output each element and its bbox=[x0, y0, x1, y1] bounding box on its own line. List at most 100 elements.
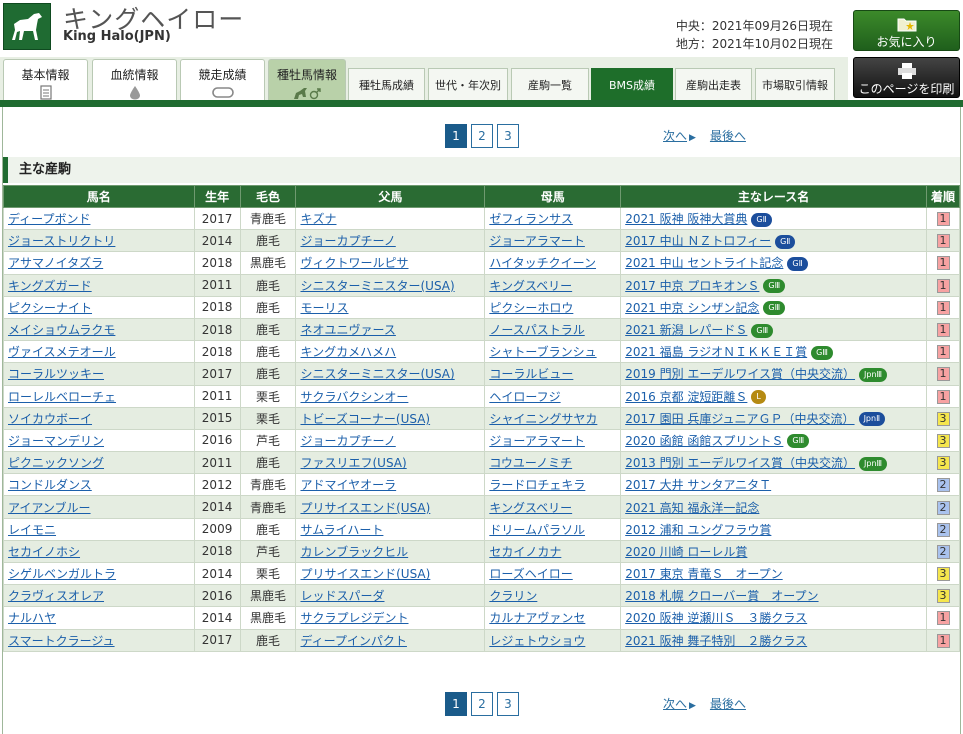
dam-link[interactable]: キングスベリー bbox=[484, 495, 622, 519]
page-3-button[interactable]: 3 bbox=[497, 692, 519, 716]
horse-name-link[interactable]: ローレルベローチェ bbox=[3, 384, 195, 408]
horse-name-link[interactable]: セカイノホシ bbox=[3, 539, 195, 564]
race-link[interactable]: 2019 門別 エーデルワイス賞（中央交流） JpnⅢ bbox=[620, 362, 928, 386]
dam-link[interactable]: ハイタッチクイーン bbox=[484, 251, 622, 275]
sire-link[interactable]: プリサイスエンド(USA) bbox=[295, 495, 486, 519]
race-name[interactable]: 2013 門別 エーデルワイス賞（中央交流） bbox=[625, 456, 855, 470]
race-name[interactable]: 2017 中山 ＮＺトロフィー bbox=[625, 234, 771, 248]
race-link[interactable]: 2013 門別 エーデルワイス賞（中央交流） JpnⅢ bbox=[620, 451, 928, 475]
race-name[interactable]: 2021 中山 セントライト記念 bbox=[625, 256, 783, 270]
race-name[interactable]: 2020 川崎 ローレル賞 bbox=[625, 545, 747, 559]
race-name[interactable]: 2021 高知 福永洋一記念 bbox=[625, 501, 759, 515]
horse-name-link[interactable]: アイアンブルー bbox=[3, 495, 195, 519]
dam-link[interactable]: ピクシーホロウ bbox=[484, 295, 622, 319]
header-rank[interactable]: 着順 bbox=[926, 185, 960, 208]
race-link[interactable]: 2012 浦和 ユングフラウ賞 bbox=[620, 517, 928, 541]
race-link[interactable]: 2021 福島 ラジオＮＩＫＫＥＩ賞 GⅢ bbox=[620, 340, 928, 364]
race-link[interactable]: 2020 川崎 ローレル賞 bbox=[620, 539, 928, 564]
sire-link[interactable]: サクラバクシンオー bbox=[295, 384, 486, 408]
subtab-market-trading[interactable]: 市場取引情報 bbox=[755, 68, 835, 100]
race-name[interactable]: 2017 園田 兵庫ジュニアＧＰ（中央交流） bbox=[625, 412, 854, 426]
page-3-button[interactable]: 3 bbox=[497, 124, 519, 148]
dam-link[interactable]: ゼフィランサス bbox=[484, 206, 622, 231]
race-link[interactable]: 2016 京都 淀短距離Ｓ L bbox=[620, 384, 928, 408]
sire-link[interactable]: ヴィクトワールピサ bbox=[295, 251, 486, 275]
dam-link[interactable]: ジョーアラマート bbox=[484, 428, 622, 453]
horse-name-link[interactable]: アサマノイタズラ bbox=[3, 251, 195, 275]
sire-link[interactable]: サムライハート bbox=[295, 517, 486, 541]
sire-link[interactable]: ネオユニヴァース bbox=[295, 317, 486, 342]
header-name[interactable]: 馬名 bbox=[3, 185, 195, 208]
dam-link[interactable]: キングスベリー bbox=[484, 273, 622, 297]
sire-link[interactable]: トビーズコーナー(USA) bbox=[295, 406, 486, 430]
header-sire[interactable]: 父馬 bbox=[295, 185, 486, 208]
race-link[interactable]: 2021 高知 福永洋一記念 bbox=[620, 495, 928, 519]
race-name[interactable]: 2017 東京 青竜Ｓ オープン bbox=[625, 567, 782, 581]
horse-name-link[interactable]: シゲルベンガルトラ bbox=[3, 561, 195, 586]
sire-link[interactable]: ジョーカプチーノ bbox=[295, 229, 486, 253]
subtab-progeny-list[interactable]: 産駒一覧 bbox=[511, 68, 589, 100]
horse-name-link[interactable]: クラヴィスオレア bbox=[3, 584, 195, 608]
race-link[interactable]: 2021 阪神 阪神大賞典 GⅡ bbox=[620, 206, 928, 231]
sire-link[interactable]: ディープインパクト bbox=[295, 628, 486, 652]
race-name[interactable]: 2021 阪神 阪神大賞典 bbox=[625, 212, 747, 226]
favorite-button[interactable]: お気に入り bbox=[853, 10, 960, 51]
sire-link[interactable]: シニスターミニスター(USA) bbox=[295, 362, 486, 386]
next-page-link[interactable]: 次へ ▶ bbox=[663, 127, 696, 144]
dam-link[interactable]: シャイニングサヤカ bbox=[484, 406, 622, 430]
dam-link[interactable]: ドリームパラソル bbox=[484, 517, 622, 541]
horse-name-link[interactable]: ピクシーナイト bbox=[3, 295, 195, 319]
dam-link[interactable]: ヘイローフジ bbox=[484, 384, 622, 408]
horse-name-link[interactable]: ナルハヤ bbox=[3, 606, 195, 630]
sire-link[interactable]: レッドスパーダ bbox=[295, 584, 486, 608]
page-1-button[interactable]: 1 bbox=[445, 692, 467, 716]
subtab-generation-yearly[interactable]: 世代・年次別 bbox=[428, 68, 508, 100]
race-link[interactable]: 2017 大井 サンタアニタＴ bbox=[620, 473, 928, 497]
race-name[interactable]: 2017 大井 サンタアニタＴ bbox=[625, 478, 771, 492]
race-link[interactable]: 2021 新潟 レパードＳ GⅢ bbox=[620, 317, 928, 342]
page-2-button[interactable]: 2 bbox=[471, 692, 493, 716]
sire-link[interactable]: モーリス bbox=[295, 295, 486, 319]
sire-link[interactable]: カレンブラックヒル bbox=[295, 539, 486, 564]
dam-link[interactable]: コウユーノミチ bbox=[484, 451, 622, 475]
sire-link[interactable]: プリサイスエンド(USA) bbox=[295, 561, 486, 586]
sire-link[interactable]: キングカメハメハ bbox=[295, 340, 486, 364]
race-name[interactable]: 2020 函館 函館スプリントＳ bbox=[625, 434, 783, 448]
horse-name-link[interactable]: ピクニックソング bbox=[3, 451, 195, 475]
horse-name-link[interactable]: スマートクラージュ bbox=[3, 628, 195, 652]
horse-name-link[interactable]: ジョーストリクトリ bbox=[3, 229, 195, 253]
race-link[interactable]: 2018 札幌 クローバー賞 オープン bbox=[620, 584, 928, 608]
horse-name-link[interactable]: ジョーマンデリン bbox=[3, 428, 195, 453]
race-name[interactable]: 2019 門別 エーデルワイス賞（中央交流） bbox=[625, 367, 855, 381]
horse-name-link[interactable]: メイショウムラクモ bbox=[3, 317, 195, 342]
race-link[interactable]: 2021 阪神 舞子特別 ２勝クラス bbox=[620, 628, 928, 652]
race-name[interactable]: 2017 中京 プロキオンＳ bbox=[625, 279, 759, 293]
sire-link[interactable]: アドマイヤオーラ bbox=[295, 473, 486, 497]
dam-link[interactable]: コーラルビュー bbox=[484, 362, 622, 386]
horse-name-link[interactable]: コンドルダンス bbox=[3, 473, 195, 497]
race-link[interactable]: 2017 園田 兵庫ジュニアＧＰ（中央交流） JpnⅡ bbox=[620, 406, 928, 430]
dam-link[interactable]: レジェトウショウ bbox=[484, 628, 622, 652]
header-year[interactable]: 生年 bbox=[193, 185, 241, 208]
subtab-stallion-results[interactable]: 種牡馬成績 bbox=[348, 68, 425, 100]
race-name[interactable]: 2021 中京 シンザン記念 bbox=[625, 301, 759, 315]
race-link[interactable]: 2017 東京 青竜Ｓ オープン bbox=[620, 561, 928, 586]
dam-link[interactable]: カルナアヴァンセ bbox=[484, 606, 622, 630]
tab-pedigree[interactable]: 血統情報 bbox=[92, 59, 177, 100]
next-page-link[interactable]: 次へ ▶ bbox=[663, 695, 696, 712]
horse-name-link[interactable]: ヴァイスメテオール bbox=[3, 340, 195, 364]
race-name[interactable]: 2016 京都 淀短距離Ｓ bbox=[625, 390, 747, 404]
race-link[interactable]: 2020 阪神 逆瀬川Ｓ ３勝クラス bbox=[620, 606, 928, 630]
dam-link[interactable]: ノースパストラル bbox=[484, 317, 622, 342]
subtab-progeny-entries[interactable]: 産駒出走表 bbox=[675, 68, 752, 100]
horse-name-link[interactable]: キングズガード bbox=[3, 273, 195, 297]
header-color[interactable]: 毛色 bbox=[239, 185, 297, 208]
dam-link[interactable]: ラードロチェキラ bbox=[484, 473, 622, 497]
page-2-button[interactable]: 2 bbox=[471, 124, 493, 148]
header-race[interactable]: 主なレース名 bbox=[620, 185, 928, 208]
race-name[interactable]: 2018 札幌 クローバー賞 オープン bbox=[625, 589, 818, 603]
race-link[interactable]: 2021 中山 セントライト記念 GⅡ bbox=[620, 251, 928, 275]
sire-link[interactable]: サクラプレジデント bbox=[295, 606, 486, 630]
race-name[interactable]: 2021 新潟 レパードＳ bbox=[625, 323, 747, 337]
dam-link[interactable]: ジョーアラマート bbox=[484, 229, 622, 253]
